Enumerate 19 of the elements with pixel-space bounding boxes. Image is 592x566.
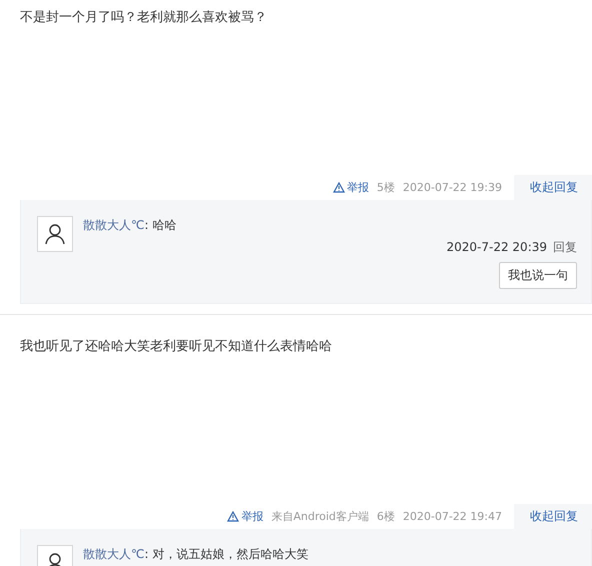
reply-text: 散散大人℃: 对，说五姑娘，然后哈哈大笑 (83, 546, 310, 563)
floor-number: 6楼 (376, 509, 395, 524)
post-time: 2020-07-22 19:47 (402, 510, 502, 523)
reply-time: 2020-7-22 20:39 (446, 240, 547, 254)
report-link[interactable]: 举报 (332, 180, 369, 195)
reply-text: 散散大人℃: 哈哈 (83, 217, 178, 234)
warning-icon (227, 511, 240, 522)
post-text: 不是封一个月了吗？老利就那么喜欢被骂？ (19, 9, 268, 27)
reply-link[interactable]: 回复 (553, 240, 577, 254)
floor-number: 5楼 (376, 180, 395, 195)
collapse-replies-link[interactable]: 收起回复 (514, 504, 592, 529)
avatar-icon (37, 216, 73, 252)
report-link[interactable]: 举报 (227, 509, 264, 524)
source-label: 来自Android客户端 (271, 509, 369, 524)
post-time: 2020-07-22 19:39 (402, 181, 502, 194)
post-text: 我也听见了还哈哈大笑老利要听见不知道什么表情哈哈 (19, 338, 333, 356)
add-reply-button[interactable]: 我也说一句 (499, 262, 577, 289)
warning-icon (332, 182, 345, 193)
collapse-replies-link[interactable]: 收起回复 (514, 175, 592, 200)
